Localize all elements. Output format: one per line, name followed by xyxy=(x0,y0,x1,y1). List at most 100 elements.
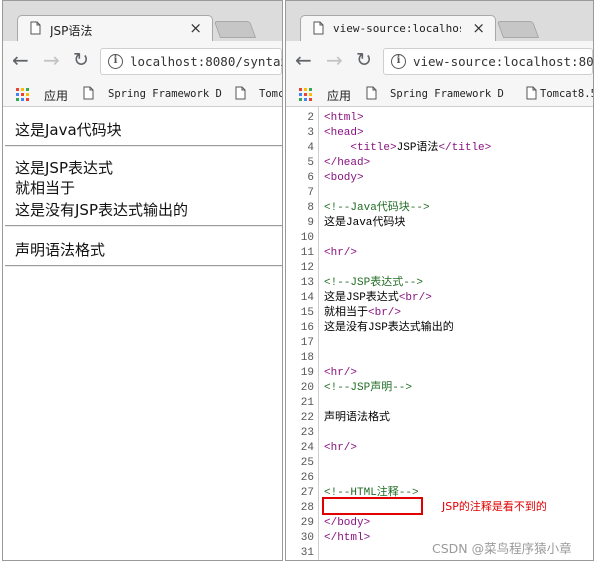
apps-grid-icon[interactable] xyxy=(16,88,29,101)
source-code: <!--JSP声明--> xyxy=(324,381,412,396)
source-line: 23 xyxy=(286,426,593,441)
source-code: </body> xyxy=(324,516,370,531)
source-code: 声明语法格式 xyxy=(324,411,390,426)
new-tab-button[interactable] xyxy=(213,21,257,38)
html-comment-token: <!--JSP表达式--> xyxy=(324,277,424,289)
text-token: 这是没有JSP表达式输出的 xyxy=(324,322,454,334)
line-number: 31 xyxy=(300,547,314,559)
source-line: 12 xyxy=(286,261,593,276)
address-bar[interactable]: i view-source:localhost:8080/ xyxy=(383,48,593,75)
forward-arrow-icon[interactable]: → xyxy=(43,50,60,70)
address-bar[interactable]: i localhost:8080/syntax. xyxy=(100,48,282,75)
bookmark-tomcat[interactable]: Tomcat8.5 xyxy=(540,88,593,100)
horizontal-rule xyxy=(5,225,282,227)
line-number: 22 xyxy=(300,412,314,424)
html-tag-token: <title> xyxy=(350,142,397,154)
html-tag-token: <body> xyxy=(324,172,364,184)
line-number: 15 xyxy=(300,307,314,319)
bookmark-page-icon xyxy=(83,86,94,100)
source-line: 22 声明语法格式 xyxy=(286,411,593,426)
bookmark-apps[interactable]: 应用 xyxy=(44,87,68,104)
line-number: 4 xyxy=(307,142,314,154)
source-line: 11 <hr/> xyxy=(286,246,593,261)
line-number: 5 xyxy=(307,157,314,169)
source-line: 17 xyxy=(286,336,593,351)
bookmark-tomcat[interactable]: Tomc xyxy=(259,88,282,100)
line-number: 12 xyxy=(300,262,314,274)
text-token: 声明语法格式 xyxy=(324,412,390,424)
line-number: 27 xyxy=(300,487,314,499)
source-line: 20 <!--JSP声明--> xyxy=(286,381,593,396)
source-code: </head> xyxy=(324,156,370,171)
source-line: 26 xyxy=(286,471,593,486)
source-line: 9 这是Java代码块 xyxy=(286,216,593,231)
line-number: 18 xyxy=(300,352,314,364)
horizontal-rule xyxy=(5,145,282,147)
source-line: 24 <hr/> xyxy=(286,441,593,456)
apps-grid-icon[interactable] xyxy=(299,88,312,101)
bookmark-spring-framework[interactable]: Spring Framework D xyxy=(390,88,504,100)
new-tab-button[interactable] xyxy=(496,21,540,38)
tab-title: view-source:localhost: xyxy=(333,22,461,35)
source-code: <hr/> xyxy=(324,366,357,381)
bookmark-page-icon xyxy=(526,86,537,100)
line-number: 10 xyxy=(300,232,314,244)
line-number: 11 xyxy=(300,247,314,259)
bookmarks-bar: 应用 Spring Framework D Tomc xyxy=(3,81,282,107)
tab-view-source[interactable]: view-source:localhost: × xyxy=(300,15,496,41)
html-tag-token: <br/> xyxy=(368,307,402,319)
source-line: 19 <hr/> xyxy=(286,366,593,381)
bookmark-apps[interactable]: 应用 xyxy=(327,87,351,104)
close-icon[interactable]: × xyxy=(189,19,202,37)
source-code: <html> xyxy=(324,111,364,126)
source-code: <!--Java代码块--> xyxy=(324,201,430,216)
line-number: 6 xyxy=(307,172,314,184)
source-line: 4 <title>JSP语法</title> xyxy=(286,141,593,156)
back-arrow-icon[interactable]: ← xyxy=(295,50,312,70)
html-tag-token: </head> xyxy=(324,157,371,169)
source-line: 15 就相当于<br/> xyxy=(286,306,593,321)
bookmark-spring-framework[interactable]: Spring Framework D xyxy=(108,88,222,100)
source-code: <hr/> xyxy=(324,246,357,261)
source-code: 这是JSP表达式<br/> xyxy=(324,291,432,306)
info-icon[interactable]: i xyxy=(391,54,406,69)
url-text: view-source:localhost:8080/ xyxy=(413,54,594,69)
line-number: 25 xyxy=(300,457,314,469)
html-tag-token: <hr/> xyxy=(324,367,358,379)
source-line: 6 <body> xyxy=(286,171,593,186)
source-line: 5 </head> xyxy=(286,156,593,171)
tab-jsp-syntax[interactable]: JSP语法 × xyxy=(17,15,213,41)
forward-arrow-icon[interactable]: → xyxy=(326,50,343,70)
html-tag-token: <head> xyxy=(324,127,364,139)
source-line: 25 xyxy=(286,456,593,471)
source-code: 就相当于<br/> xyxy=(324,306,401,321)
line-number: 17 xyxy=(300,337,314,349)
toolbar: ← → ↻ i view-source:localhost:8080/ xyxy=(286,41,593,81)
text-java-code-block: 这是Java代码块 xyxy=(15,121,122,139)
text-jsp-expression: 这是JSP表达式 xyxy=(15,159,113,177)
url-text: localhost:8080/syntax. xyxy=(130,54,283,69)
hidden-jsp-comment-highlight xyxy=(322,497,423,515)
document-icon xyxy=(30,21,41,35)
tab-strip: JSP语法 × xyxy=(3,1,282,41)
info-icon[interactable]: i xyxy=(108,54,123,69)
text-token: 就相当于 xyxy=(324,307,368,319)
line-number: 3 xyxy=(307,127,314,139)
annotation-text: JSP的注释是看不到的 xyxy=(442,500,547,513)
line-number: 19 xyxy=(300,367,314,379)
line-number: 30 xyxy=(300,532,314,544)
source-line: 10 xyxy=(286,231,593,246)
reload-icon[interactable]: ↻ xyxy=(73,50,89,70)
html-tag-token: </html> xyxy=(324,532,371,544)
back-arrow-icon[interactable]: ← xyxy=(12,50,29,70)
source-line: 29 </body> xyxy=(286,516,593,531)
close-icon[interactable]: × xyxy=(472,19,485,37)
line-number: 23 xyxy=(300,427,314,439)
bookmark-page-icon xyxy=(235,86,246,100)
html-tag-token: </body> xyxy=(324,517,371,529)
reload-icon[interactable]: ↻ xyxy=(356,50,372,70)
text-token: 这是JSP表达式 xyxy=(324,292,399,304)
source-code: <title>JSP语法</title> xyxy=(324,141,491,156)
text-equivalent: 就相当于 xyxy=(15,179,76,197)
